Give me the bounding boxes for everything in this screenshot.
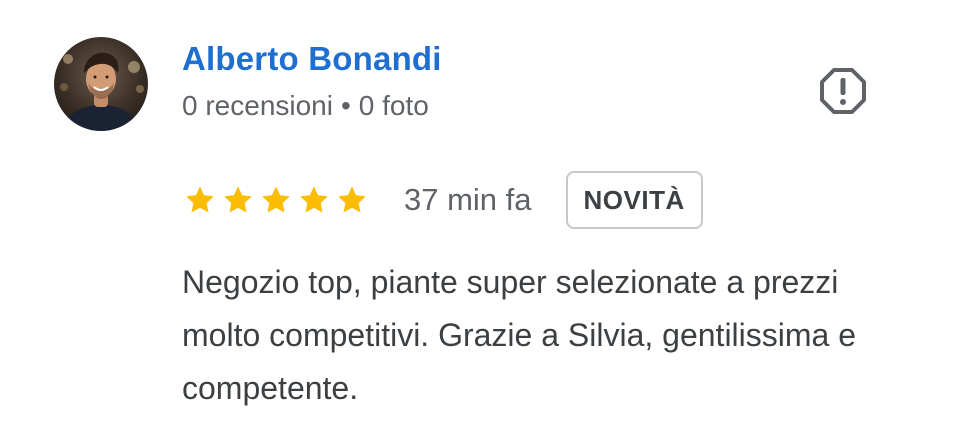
reviews-count: 0 recensioni [182,90,333,121]
meta-separator: • [340,90,351,121]
new-badge: NOVITÀ [565,171,703,229]
review-time: 37 min fa [404,182,532,217]
review-card: Alberto Bonandi 0 recensioni • 0 foto 37 m… [0,0,960,440]
photos-count: 0 foto [358,90,429,121]
star-icon [262,186,290,213]
author-name-link[interactable]: Alberto Bonandi [182,40,442,78]
avatar[interactable] [54,37,148,131]
star-icon [224,186,252,213]
rating-row: 37 min fa NOVITÀ [184,168,703,232]
avatar-image [54,37,148,131]
author-meta: 0 recensioni • 0 foto [182,90,429,122]
review-text: Negozio top, piante super selezionate a … [182,264,857,406]
star-icon [338,186,366,213]
star-rating [184,184,368,216]
star-icon [186,186,214,213]
report-icon-graphic [820,68,866,114]
report-flag-icon[interactable] [818,66,868,116]
star-icon [300,186,328,213]
